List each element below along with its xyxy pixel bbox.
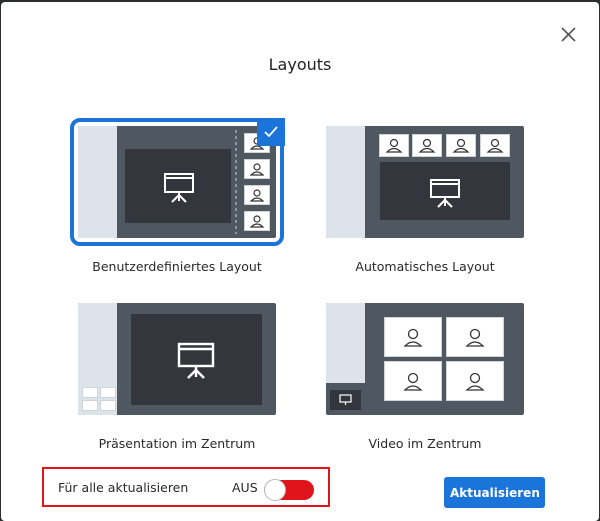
checkmark-icon [264,126,278,138]
video-tile [446,134,476,157]
presentation-icon [177,342,215,379]
presentation-icon [164,173,194,203]
user-icon [249,215,265,228]
video-tile [244,159,270,179]
video-tile [244,211,270,231]
update-all-label: Für alle aktualisieren [58,480,189,495]
layout-label-automatic: Automatisches Layout [355,259,495,274]
video-tile [100,387,116,398]
sidebar-panel [326,126,365,238]
sidebar-panel [326,303,365,383]
video-tile [412,134,442,157]
video-tile [446,317,504,357]
video-tile [384,317,442,357]
user-icon [452,138,470,153]
video-tile [379,134,409,157]
presentation-screen [330,390,361,410]
user-icon [249,189,265,202]
close-button[interactable] [556,22,580,46]
layout-thumbnail-video-center [326,303,524,415]
user-icon [249,163,265,176]
video-tile [82,400,98,411]
user-icon [418,138,436,153]
update-all-highlight: Für alle aktualisieren AUS [42,467,330,507]
layout-label-video-center: Video im Zentrum [368,436,482,451]
layout-thumbnail-automatic [326,126,524,238]
layout-thumbnail-custom [70,118,284,246]
close-icon [561,27,576,42]
user-icon [403,372,423,391]
toggle-state-label: AUS [232,480,258,495]
user-icon [465,372,485,391]
video-tile [82,387,98,398]
toggle-knob [264,479,286,501]
user-icon [486,138,504,153]
user-icon [385,138,403,153]
video-tile [480,134,510,157]
video-tile [384,361,442,401]
presentation-icon [339,394,352,405]
layout-label-presentation-center: Präsentation im Zentrum [98,436,256,451]
layout-label-custom: Benutzerdefiniertes Layout [92,259,262,274]
layout-option-automatic[interactable] [326,126,536,238]
sidebar-panel [78,126,117,238]
sidebar-panel [78,303,117,415]
dialog-title: Layouts [268,55,332,74]
video-tile [100,400,116,411]
presentation-icon [430,179,460,208]
layout-thumbnail-presentation-center [78,303,276,415]
app-frame: Layouts Benutzerdefiniertes Layout Autom… [0,0,600,521]
user-icon [465,328,485,347]
update-all-toggle[interactable] [264,479,314,501]
user-icon [403,328,423,347]
presentation-screen [125,149,231,223]
layout-option-presentation-center[interactable] [78,303,288,415]
video-tile [446,361,504,401]
presentation-screen [380,162,510,220]
update-button[interactable]: Aktualisieren [444,477,545,508]
dotted-divider [235,130,237,234]
video-tile [244,185,270,205]
layout-option-video-center[interactable] [326,303,536,415]
selected-badge [257,118,285,146]
presentation-screen [131,314,262,405]
